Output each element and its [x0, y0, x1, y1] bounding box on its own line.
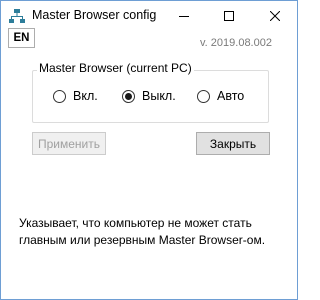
minimize-button[interactable] — [161, 1, 206, 30]
maximize-icon — [223, 10, 234, 21]
maximize-button[interactable] — [206, 1, 251, 30]
radio-off[interactable]: Выкл. — [122, 89, 176, 103]
version-label: v. 2019.08.002 — [200, 37, 272, 49]
radio-auto[interactable]: Авто — [197, 89, 244, 103]
window-title: Master Browser config — [32, 8, 157, 22]
group-label: Master Browser (current PC) — [37, 61, 194, 75]
radio-on-label: Вкл. — [73, 89, 98, 103]
close-window-button[interactable] — [252, 1, 297, 30]
app-window: Master Browser config EN v. 2019.08.002 … — [0, 0, 298, 300]
close-button[interactable]: Закрыть — [196, 132, 270, 155]
radio-auto-label: Авто — [217, 89, 245, 103]
apply-button[interactable]: Применить — [32, 132, 106, 155]
description-text: Указывает, что компьютер не может стать … — [19, 216, 266, 247]
network-icon — [9, 9, 25, 23]
title-bar[interactable]: Master Browser config — [1, 1, 297, 30]
radio-on[interactable]: Вкл. — [53, 89, 98, 103]
language-button[interactable]: EN — [8, 28, 35, 48]
radio-circle-icon — [53, 89, 66, 103]
minimize-icon — [178, 11, 189, 21]
radio-off-label: Выкл. — [142, 89, 176, 103]
radio-circle-selected-icon — [122, 89, 135, 103]
close-icon — [269, 10, 280, 21]
radio-circle-icon — [197, 89, 210, 103]
